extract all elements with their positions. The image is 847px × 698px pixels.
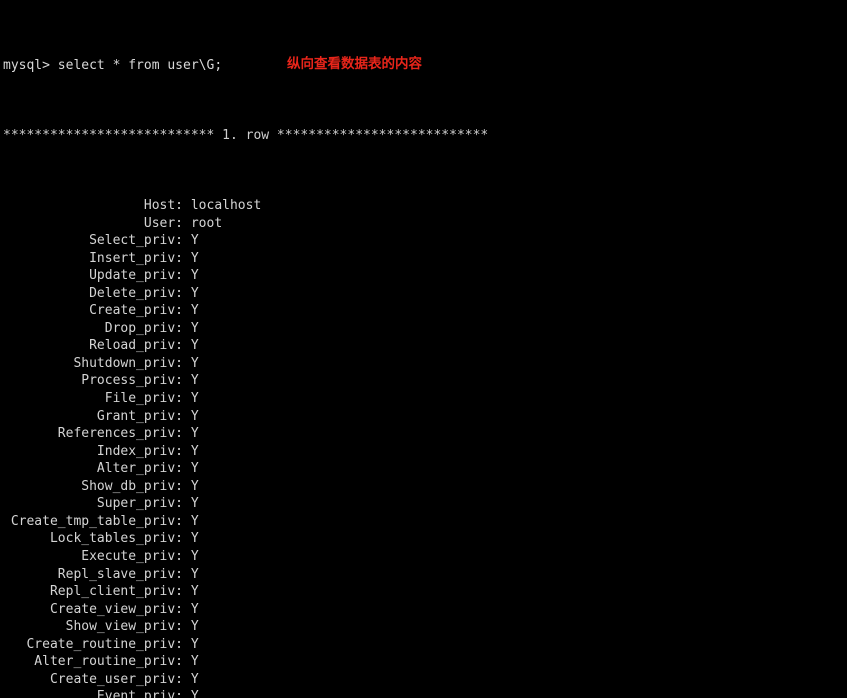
field-name: Create_routine_priv:	[3, 636, 184, 652]
field-value: Y	[183, 233, 199, 249]
field-value: Y	[183, 513, 199, 529]
field-row: Insert_priv: Y	[3, 250, 488, 268]
field-value: Y	[183, 566, 199, 582]
field-name: Repl_client_priv:	[3, 584, 184, 600]
field-name: Grant_priv:	[3, 408, 184, 424]
field-value: Y	[183, 426, 199, 442]
field-value: Y	[183, 461, 199, 477]
field-row: Event_priv: Y	[3, 688, 488, 698]
field-value: Y	[183, 355, 199, 371]
field-value: Y	[183, 531, 199, 547]
field-value: Y	[183, 478, 199, 494]
field-name: Event_priv:	[3, 689, 184, 698]
field-name: References_priv:	[3, 426, 184, 442]
field-row: Create_priv: Y	[3, 302, 488, 320]
field-name: Host:	[3, 198, 184, 214]
field-name: Drop_priv:	[3, 320, 184, 336]
field-row: Alter_routine_priv: Y	[3, 653, 488, 671]
field-name: Repl_slave_priv:	[3, 566, 184, 582]
field-row: Drop_priv: Y	[3, 320, 488, 338]
field-value: root	[183, 215, 223, 231]
field-name: Insert_priv:	[3, 250, 184, 266]
field-row: Super_priv: Y	[3, 495, 488, 513]
field-row: Create_routine_priv: Y	[3, 636, 488, 654]
field-row: Create_user_priv: Y	[3, 671, 488, 689]
field-value: Y	[183, 338, 199, 354]
field-row: Execute_priv: Y	[3, 548, 488, 566]
field-value: Y	[183, 654, 199, 670]
field-name: Execute_priv:	[3, 548, 184, 564]
field-name: Lock_tables_priv:	[3, 531, 184, 547]
field-row: Create_tmp_table_priv: Y	[3, 513, 488, 531]
field-name: Show_db_priv:	[3, 478, 184, 494]
field-name: Create_tmp_table_priv:	[3, 513, 184, 529]
field-name: Create_view_priv:	[3, 601, 184, 617]
red-annotation-label: 纵向查看数据表的内容	[287, 56, 422, 72]
field-value: Y	[183, 671, 199, 687]
field-name: Super_priv:	[3, 496, 184, 512]
terminal-screen: mysql> select * from user\G; ***********…	[3, 4, 488, 698]
field-row: Select_priv: Y	[3, 232, 488, 250]
field-row: Alter_priv: Y	[3, 460, 488, 478]
field-row: File_priv: Y	[3, 390, 488, 408]
field-value: Y	[183, 373, 199, 389]
field-name: Select_priv:	[3, 233, 184, 249]
field-row: Show_view_priv: Y	[3, 618, 488, 636]
field-value: Y	[183, 303, 199, 319]
field-name: Process_priv:	[3, 373, 184, 389]
field-row: Reload_priv: Y	[3, 337, 488, 355]
field-value: Y	[183, 548, 199, 564]
field-row: Host: localhost	[3, 197, 488, 215]
field-value: Y	[183, 285, 199, 301]
field-name: Reload_priv:	[3, 338, 184, 354]
field-row: Show_db_priv: Y	[3, 478, 488, 496]
field-row: Process_priv: Y	[3, 372, 488, 390]
field-row: User: root	[3, 215, 488, 233]
row-separator-line: *************************** 1. row *****…	[3, 127, 489, 143]
field-row: Update_priv: Y	[3, 267, 488, 285]
field-name: User:	[3, 215, 184, 231]
field-name: Delete_priv:	[3, 285, 184, 301]
field-name: Show_view_priv:	[3, 619, 184, 635]
field-value: localhost	[183, 198, 262, 214]
field-value: Y	[183, 443, 199, 459]
field-value: Y	[183, 496, 199, 512]
field-name: Create_priv:	[3, 303, 184, 319]
field-value: Y	[183, 601, 199, 617]
field-value: Y	[183, 268, 199, 284]
field-row: Delete_priv: Y	[3, 285, 488, 303]
field-value: Y	[183, 408, 199, 424]
field-value: Y	[183, 320, 199, 336]
field-name: Index_priv:	[3, 443, 184, 459]
result-field-list: Host: localhost User: root Select_priv: …	[3, 197, 488, 698]
field-row: Create_view_priv: Y	[3, 601, 488, 619]
field-row: Lock_tables_priv: Y	[3, 530, 488, 548]
field-name: Alter_priv:	[3, 461, 184, 477]
field-row: Repl_slave_priv: Y	[3, 566, 488, 584]
field-value: Y	[183, 391, 199, 407]
mysql-terminal-window[interactable]: mysql> select * from user\G; ***********…	[0, 0, 847, 698]
field-name: File_priv:	[3, 391, 184, 407]
field-row: References_priv: Y	[3, 425, 488, 443]
field-value: Y	[183, 689, 199, 698]
field-value: Y	[183, 250, 199, 266]
field-name: Update_priv:	[3, 268, 184, 284]
field-name: Create_user_priv:	[3, 671, 184, 687]
field-name: Alter_routine_priv:	[3, 654, 184, 670]
field-row: Grant_priv: Y	[3, 408, 488, 426]
field-value: Y	[183, 584, 199, 600]
field-name: Shutdown_priv:	[3, 355, 184, 371]
field-row: Shutdown_priv: Y	[3, 355, 488, 373]
field-value: Y	[183, 636, 199, 652]
field-row: Repl_client_priv: Y	[3, 583, 488, 601]
field-row: Index_priv: Y	[3, 443, 488, 461]
field-value: Y	[183, 619, 199, 635]
